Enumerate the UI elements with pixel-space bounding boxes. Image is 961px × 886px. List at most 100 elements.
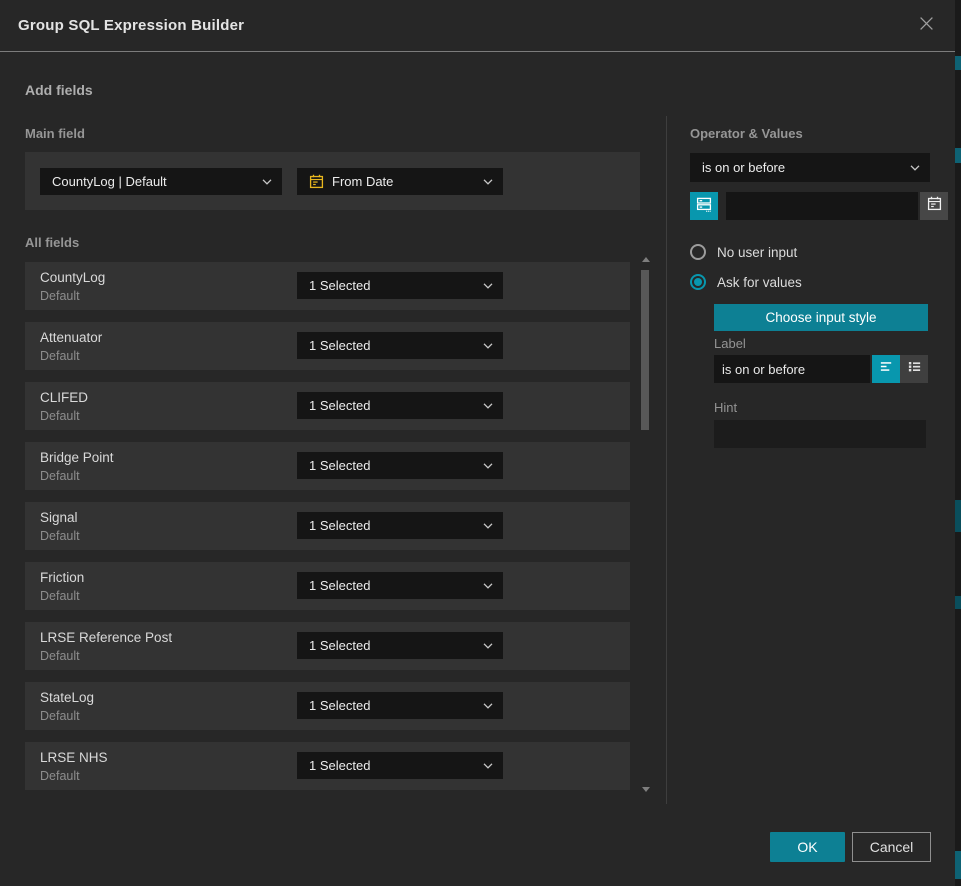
operator-value: is on or before: [702, 160, 902, 175]
chevron-down-icon: [483, 703, 493, 709]
add-fields-heading: Add fields: [25, 82, 93, 98]
radio-no-user-input[interactable]: No user input: [690, 244, 797, 260]
close-icon: [919, 16, 934, 36]
group-sql-expression-builder-dialog: Group SQL Expression Builder Add fields …: [0, 0, 955, 886]
layer-select-dropdown[interactable]: CountyLog | Default: [40, 168, 282, 195]
chevron-down-icon: [483, 343, 493, 349]
field-sublabel: Default: [40, 589, 80, 603]
scrollbar-thumb[interactable]: [641, 270, 649, 430]
all-fields-list: CountyLog Default 1 Selected Attenuator …: [25, 262, 630, 790]
dialog-title: Group SQL Expression Builder: [18, 17, 244, 34]
label-input-row: [714, 355, 928, 383]
main-field-select-value: From Date: [332, 174, 475, 189]
choose-input-style-button[interactable]: Choose input style: [714, 304, 928, 331]
field-values-selected: 1 Selected: [309, 638, 475, 653]
field-sublabel: Default: [40, 349, 80, 363]
field-row-signal: Signal Default 1 Selected: [25, 502, 630, 550]
field-values-dropdown[interactable]: 1 Selected: [297, 452, 503, 479]
field-values-dropdown[interactable]: 1 Selected: [297, 332, 503, 359]
calendar-icon: [927, 196, 942, 216]
set-from-data-button[interactable]: [690, 192, 718, 220]
align-left-icon: [879, 359, 894, 379]
field-values-dropdown[interactable]: 1 Selected: [297, 752, 503, 779]
label-caption: Label: [714, 336, 746, 351]
field-name: Bridge Point: [40, 450, 114, 465]
stacked-rows-icon: [696, 196, 712, 217]
field-row-lrse-reference-post: LRSE Reference Post Default 1 Selected: [25, 622, 630, 670]
field-values-selected: 1 Selected: [309, 458, 475, 473]
value-input-row: [690, 192, 930, 220]
field-name: Signal: [40, 510, 78, 525]
field-name: LRSE Reference Post: [40, 630, 172, 645]
main-field-select-dropdown[interactable]: From Date: [297, 168, 503, 195]
field-name: Friction: [40, 570, 84, 585]
chevron-down-icon: [483, 403, 493, 409]
layer-select-value: CountyLog | Default: [52, 174, 254, 189]
field-name: CountyLog: [40, 270, 105, 285]
list-style-button[interactable]: [900, 355, 928, 383]
field-sublabel: Default: [40, 529, 80, 543]
date-picker-button[interactable]: [920, 192, 948, 220]
field-values-dropdown[interactable]: 1 Selected: [297, 632, 503, 659]
field-row-friction: Friction Default 1 Selected: [25, 562, 630, 610]
field-values-selected: 1 Selected: [309, 398, 475, 413]
radio-circle: [690, 244, 706, 260]
single-line-style-button[interactable]: [872, 355, 900, 383]
bulleted-list-icon: [907, 359, 922, 379]
date-calendar-icon: [309, 174, 324, 189]
radio-ask-for-values[interactable]: Ask for values: [690, 274, 802, 290]
field-values-dropdown[interactable]: 1 Selected: [297, 392, 503, 419]
field-values-dropdown[interactable]: 1 Selected: [297, 512, 503, 539]
field-values-selected: 1 Selected: [309, 758, 475, 773]
field-row-statelog: StateLog Default 1 Selected: [25, 682, 630, 730]
field-sublabel: Default: [40, 649, 80, 663]
field-values-selected: 1 Selected: [309, 518, 475, 533]
hint-caption: Hint: [714, 400, 737, 415]
radio-ask-for-values-label: Ask for values: [717, 275, 802, 290]
scrollbar-up-arrow[interactable]: [642, 257, 650, 262]
field-values-selected: 1 Selected: [309, 578, 475, 593]
field-sublabel: Default: [40, 709, 80, 723]
operator-dropdown[interactable]: is on or before: [690, 153, 930, 182]
ok-button[interactable]: OK: [770, 832, 845, 862]
date-value-input[interactable]: [726, 192, 918, 220]
close-button[interactable]: [911, 11, 941, 41]
chevron-down-icon: [910, 165, 920, 171]
field-sublabel: Default: [40, 409, 80, 423]
field-values-dropdown[interactable]: 1 Selected: [297, 572, 503, 599]
radio-circle: [690, 274, 706, 290]
field-row-countylog: CountyLog Default 1 Selected: [25, 262, 630, 310]
field-values-selected: 1 Selected: [309, 278, 475, 293]
hint-input[interactable]: [714, 420, 926, 448]
cancel-button[interactable]: Cancel: [852, 832, 931, 862]
field-name: Attenuator: [40, 330, 102, 345]
chevron-down-icon: [483, 763, 493, 769]
label-input[interactable]: [714, 355, 870, 383]
background-fragment: [955, 500, 961, 532]
chevron-down-icon: [483, 463, 493, 469]
chevron-down-icon: [262, 179, 272, 185]
field-values-dropdown[interactable]: 1 Selected: [297, 272, 503, 299]
background-fragment: [955, 148, 961, 163]
field-sublabel: Default: [40, 289, 80, 303]
field-values-dropdown[interactable]: 1 Selected: [297, 692, 503, 719]
field-values-selected: 1 Selected: [309, 698, 475, 713]
background-fragment: [955, 851, 961, 879]
field-row-clifed: CLIFED Default 1 Selected: [25, 382, 630, 430]
background-app-edge: [955, 0, 961, 886]
field-name: CLIFED: [40, 390, 88, 405]
dialog-titlebar: Group SQL Expression Builder: [0, 0, 955, 52]
radio-no-user-input-label: No user input: [717, 245, 797, 260]
field-values-selected: 1 Selected: [309, 338, 475, 353]
all-fields-label: All fields: [25, 235, 79, 250]
panel-divider: [666, 116, 667, 804]
field-name: StateLog: [40, 690, 94, 705]
operator-values-heading: Operator & Values: [690, 126, 803, 141]
main-field-label: Main field: [25, 126, 85, 141]
scrollbar-down-arrow[interactable]: [642, 787, 650, 792]
field-row-lrse-nhs: LRSE NHS Default 1 Selected: [25, 742, 630, 790]
chevron-down-icon: [483, 283, 493, 289]
background-fragment: [955, 596, 961, 609]
operator-values-panel: Operator & Values is on or before: [690, 116, 930, 816]
chevron-down-icon: [483, 583, 493, 589]
